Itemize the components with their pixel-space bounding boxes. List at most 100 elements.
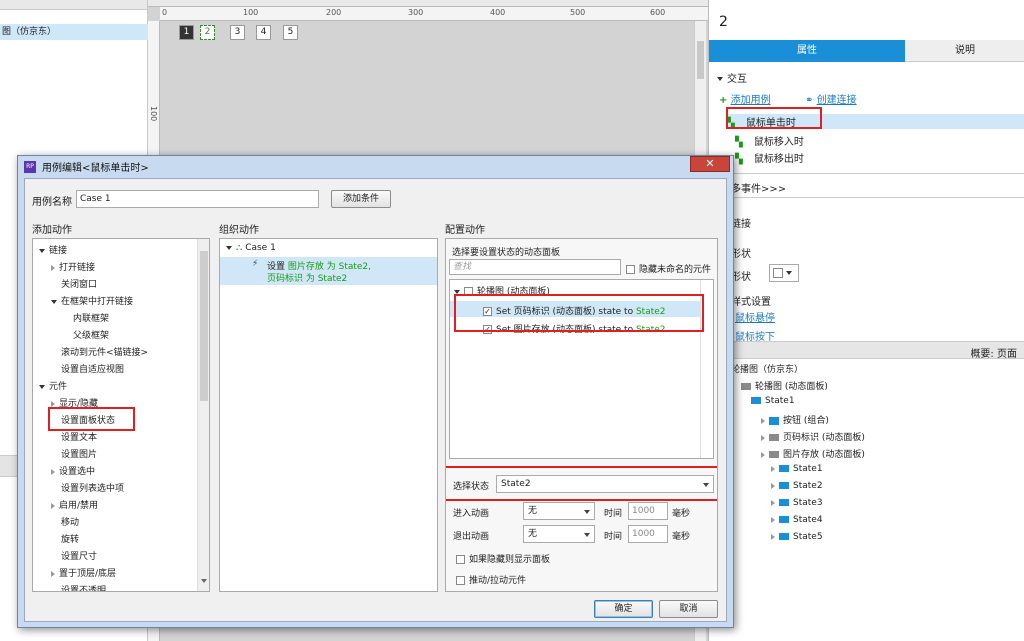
shape-section[interactable]: 形状: [731, 245, 751, 260]
action-item[interactable]: 设置尺寸: [61, 549, 97, 562]
action-item[interactable]: 链接: [39, 243, 67, 256]
expand-icon: [771, 465, 775, 472]
pager-1[interactable]: 1: [179, 25, 194, 40]
action-item[interactable]: 设置文本: [61, 430, 97, 443]
event-mouse-enter[interactable]: ▚ 鼠标移入时: [735, 133, 804, 148]
cancel-button[interactable]: 取消: [659, 600, 718, 618]
outline-item[interactable]: 页码标识 (动态面板): [761, 430, 865, 443]
action-item[interactable]: 移动: [61, 515, 79, 528]
shape-picker[interactable]: [769, 264, 799, 282]
pager-5[interactable]: 5: [283, 25, 298, 40]
inspector-pane: 2 属性 说明 交互 + 添加用例 ⚭ 创建连接 ▚ 鼠标单击时 ▚ 鼠标移入时…: [708, 0, 1024, 641]
chevron-down-icon: [584, 533, 590, 537]
exit-time-label: 时间: [604, 532, 623, 542]
action-item[interactable]: 元件: [39, 379, 67, 392]
action-item[interactable]: 设置图片: [61, 447, 97, 460]
more-events[interactable]: 多事件>>>: [731, 180, 786, 195]
scroll-thumb[interactable]: [200, 251, 208, 401]
action-item[interactable]: 打开链接: [51, 260, 95, 273]
widget-name[interactable]: 2: [719, 14, 728, 30]
collapse-icon: [51, 299, 57, 304]
hide-unnamed-checkbox[interactable]: 隐藏未命名的元件: [626, 262, 711, 275]
scroll-down-icon[interactable]: [201, 579, 207, 583]
action-item[interactable]: 设置选中: [51, 464, 95, 477]
action-node[interactable]: ⚡ 设置 图片存放 为 State2, 页码标识 为 State2: [220, 257, 437, 285]
outline-label: 按钮 (组合): [783, 416, 829, 426]
outline-item[interactable]: State1: [771, 464, 823, 474]
interaction-section[interactable]: 交互: [717, 70, 747, 85]
outline-item[interactable]: 轮播图 (动态面板): [741, 379, 828, 392]
enter-anim-label: 进入动画: [453, 509, 490, 519]
action-item[interactable]: 父级框架: [73, 328, 109, 341]
action-list-scrollbar[interactable]: [197, 239, 209, 591]
outline-item[interactable]: State3: [771, 498, 823, 508]
outline-label: State1: [793, 464, 823, 474]
add-case-link[interactable]: + 添加用例: [719, 91, 771, 106]
outline-label: State5: [793, 532, 823, 542]
action-item[interactable]: 设置列表选中项: [61, 481, 124, 494]
action-label: 元件: [49, 382, 68, 392]
close-button[interactable]: ✕: [690, 156, 730, 172]
state-icon: [779, 465, 789, 472]
state-icon: [779, 516, 789, 523]
tab-notes[interactable]: 说明: [905, 40, 1024, 62]
exit-anim-dropdown[interactable]: 无: [523, 525, 595, 543]
pager-2[interactable]: 2: [200, 25, 215, 40]
case-editor-dialog: RP 用例编辑<鼠标单击时> ✕ 用例名称 Case 1 添加条件 添加动作 组…: [17, 155, 734, 628]
case-node[interactable]: ⛬ Case 1: [226, 243, 276, 253]
push-pull-checkbox[interactable]: 推动/拉动元件: [456, 573, 526, 586]
outline-item[interactable]: State4: [771, 515, 823, 525]
document-tabs[interactable]: [148, 0, 708, 7]
outline-item[interactable]: 按钮 (组合): [761, 413, 829, 426]
action-label: 旋转: [61, 535, 80, 545]
action-item[interactable]: 置于顶层/底层: [51, 566, 116, 579]
action-item[interactable]: 内联框架: [73, 311, 109, 324]
axure-logo-icon: RP: [24, 161, 36, 173]
outline-item[interactable]: State2: [771, 481, 823, 491]
add-condition-button[interactable]: 添加条件: [331, 190, 391, 208]
mouse-hover-link[interactable]: 鼠标悬停: [735, 309, 775, 324]
tab-properties[interactable]: 属性: [709, 40, 905, 62]
case-name-label: 用例名称: [32, 197, 72, 208]
organize-action-heading: 组织动作: [219, 225, 259, 236]
search-input[interactable]: 查找: [449, 259, 621, 275]
pager-3[interactable]: 3: [230, 25, 245, 40]
outline-item[interactable]: State5: [771, 532, 823, 542]
action-item[interactable]: 在框架中打开链接: [51, 294, 133, 307]
action-item[interactable]: 设置自适应视图: [61, 362, 124, 375]
link-section[interactable]: 链接: [731, 215, 751, 230]
case-name-input[interactable]: Case 1: [76, 190, 319, 208]
dynamic-panel-icon: [769, 434, 779, 441]
event-mouse-leave[interactable]: ▚ 鼠标移出时: [735, 150, 804, 165]
scroll-thumb[interactable]: [697, 41, 704, 79]
enter-time-label: 时间: [604, 509, 623, 519]
collapse-icon: [717, 77, 723, 81]
action-item[interactable]: 旋转: [61, 532, 79, 545]
action-item[interactable]: 滚动到元件<锚链接>: [61, 345, 148, 358]
expand-icon: [51, 468, 55, 475]
ruler-tick: 300: [408, 8, 424, 17]
action-label: 设置文本: [61, 433, 98, 443]
expand-icon: [51, 502, 55, 509]
state-icon: [779, 499, 789, 506]
style-section[interactable]: 样式设置: [731, 293, 771, 308]
action-label: 启用/禁用: [59, 501, 99, 511]
show-if-hidden-checkbox[interactable]: 如果隐藏则显示面板: [456, 552, 550, 565]
action-item[interactable]: 设置不透明: [61, 583, 106, 591]
state-icon: [751, 397, 761, 404]
action-item[interactable]: 关闭窗口: [61, 277, 97, 290]
outline-item[interactable]: State1: [751, 396, 795, 406]
ok-button[interactable]: 确定: [594, 600, 653, 618]
enter-anim-dropdown[interactable]: 无: [523, 502, 595, 520]
action-label: 设置选中: [59, 467, 96, 477]
exit-time-input[interactable]: 1000: [628, 525, 668, 543]
action-label: 打开链接: [59, 263, 96, 273]
outline-item[interactable]: 图片存放 (动态面板): [761, 447, 865, 460]
create-link[interactable]: ⚭ 创建连接: [805, 91, 857, 106]
selected-page-item[interactable]: 图（仿京东）: [0, 24, 148, 40]
enter-time-input[interactable]: 1000: [628, 502, 668, 520]
action-item[interactable]: 启用/禁用: [51, 498, 98, 511]
pager-4[interactable]: 4: [256, 25, 271, 40]
config-heading: 选择要设置状态的动态面板: [452, 248, 561, 258]
outline-item[interactable]: 轮播图（仿京东）: [731, 362, 803, 375]
